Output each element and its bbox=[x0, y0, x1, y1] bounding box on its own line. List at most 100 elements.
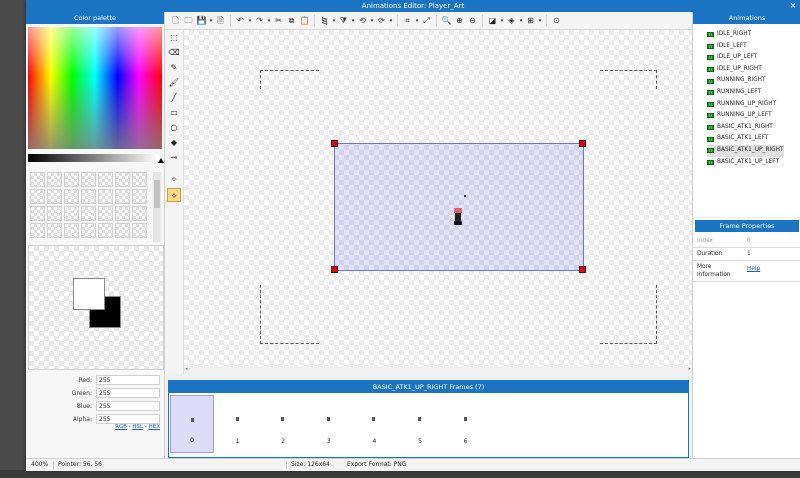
pivot-point[interactable] bbox=[464, 195, 466, 197]
animation-item[interactable]: IDLE_RIGHT bbox=[707, 29, 784, 41]
red-input[interactable]: 255 bbox=[96, 375, 160, 385]
animation-item[interactable]: RUNNING_UP_RIGHT bbox=[707, 99, 784, 111]
brightness-slider[interactable] bbox=[28, 154, 158, 162]
resize-icon[interactable]: ⤢ bbox=[420, 14, 433, 28]
animation-item[interactable]: IDLE_UP_LEFT bbox=[707, 52, 784, 64]
palette-swatch[interactable] bbox=[81, 223, 96, 238]
green-input[interactable]: 255 bbox=[96, 388, 160, 398]
palette-swatch[interactable] bbox=[115, 172, 130, 187]
palette-swatch[interactable] bbox=[30, 223, 45, 238]
alpha-input[interactable]: 255 bbox=[96, 414, 160, 424]
animation-item[interactable]: BASIC_ATK1_UP_RIGHT bbox=[707, 144, 784, 157]
palette-swatch[interactable] bbox=[47, 172, 62, 187]
onion-skin-icon[interactable]: ⊙ bbox=[550, 14, 563, 28]
zoom-fit-icon[interactable]: 🔍 bbox=[440, 14, 453, 28]
crop-icon[interactable]: ⌗ bbox=[401, 14, 414, 28]
palette-swatch[interactable] bbox=[132, 223, 147, 238]
flip-vertical-icon[interactable]: ⧩ bbox=[337, 14, 350, 28]
frame-thumbnail[interactable]: 1 bbox=[216, 395, 260, 453]
bone-icon[interactable]: ⟡ bbox=[167, 188, 181, 202]
brightness-slider-handle[interactable] bbox=[158, 158, 164, 163]
save-icon[interactable]: 💾 bbox=[195, 14, 208, 28]
zoom-in-icon[interactable]: ⊕ bbox=[453, 14, 466, 28]
undo-icon[interactable]: ↶ bbox=[234, 14, 247, 28]
background-icon[interactable]: ◪ bbox=[486, 14, 499, 28]
rotate-right-dropdown-icon[interactable]: ▾ bbox=[388, 14, 394, 28]
drawing-canvas[interactable] bbox=[184, 30, 692, 366]
swatches-scrollbar[interactable] bbox=[153, 172, 161, 242]
layers-icon[interactable]: ◈ bbox=[505, 14, 518, 28]
palette-swatch[interactable] bbox=[132, 172, 147, 187]
palette-swatch[interactable] bbox=[98, 206, 113, 221]
palette-swatch[interactable] bbox=[115, 223, 130, 238]
frame-thumbnail[interactable]: 4 bbox=[352, 395, 396, 453]
palette-swatch[interactable] bbox=[30, 206, 45, 221]
selection-handle-bottom-right[interactable] bbox=[579, 266, 586, 273]
save-as-icon[interactable]: 🗎 bbox=[214, 14, 227, 28]
palette-swatch[interactable] bbox=[98, 172, 113, 187]
flip-horizontal-icon[interactable]: ⧎ bbox=[318, 14, 331, 28]
palette-swatch[interactable] bbox=[47, 206, 62, 221]
canvas-horizontal-scrollbar[interactable]: ◂ ▸ bbox=[184, 366, 692, 374]
animation-item[interactable]: RUNNING_LEFT bbox=[707, 87, 784, 99]
animation-item[interactable]: RUNNING_UP_LEFT bbox=[707, 110, 784, 122]
pivot-icon[interactable]: ✧ bbox=[167, 173, 181, 187]
frame-thumbnail[interactable]: 2 bbox=[261, 395, 305, 453]
palette-swatch[interactable] bbox=[98, 189, 113, 204]
ellipse-icon[interactable]: ○ bbox=[167, 121, 181, 135]
duration-row[interactable]: Duration 1 bbox=[693, 248, 800, 261]
grid-icon[interactable]: ⊞ bbox=[524, 14, 537, 28]
palette-swatch[interactable] bbox=[81, 172, 96, 187]
palette-swatch[interactable] bbox=[64, 223, 79, 238]
redo-icon[interactable]: ↷ bbox=[253, 14, 266, 28]
selection-handle-top-left[interactable] bbox=[331, 140, 338, 147]
rotate-right-icon[interactable]: ⟳ bbox=[375, 14, 388, 28]
open-folder-icon[interactable]: 🗀 bbox=[182, 14, 195, 28]
grid-dropdown-icon[interactable]: ▾ bbox=[537, 14, 543, 28]
duration-value[interactable]: 1 bbox=[747, 248, 751, 260]
palette-swatch[interactable] bbox=[132, 189, 147, 204]
selection-rectangle[interactable] bbox=[334, 143, 584, 271]
animation-item[interactable]: BASIC_ATK1_UP_LEFT bbox=[707, 157, 784, 169]
palette-swatch[interactable] bbox=[81, 189, 96, 204]
hsl-mode-link[interactable]: HSL bbox=[132, 424, 143, 430]
palette-swatch[interactable] bbox=[115, 206, 130, 221]
copy-icon[interactable]: ⧉ bbox=[285, 14, 298, 28]
palette-swatch[interactable] bbox=[132, 206, 147, 221]
animation-item[interactable]: IDLE_UP_RIGHT bbox=[707, 64, 784, 76]
palette-swatch[interactable] bbox=[64, 172, 79, 187]
eyedropper-icon[interactable]: ⊸ bbox=[167, 151, 181, 165]
palette-swatch[interactable] bbox=[30, 189, 45, 204]
selection-icon[interactable]: ⬚ bbox=[167, 31, 181, 45]
frame-thumbnail[interactable]: 5 bbox=[398, 395, 442, 453]
rotate-left-icon[interactable]: ⟲ bbox=[356, 14, 369, 28]
frame-thumbnail[interactable]: 3 bbox=[307, 395, 351, 453]
palette-swatch[interactable] bbox=[64, 189, 79, 204]
rgb-mode-link[interactable]: RGB bbox=[115, 424, 127, 430]
palette-swatch[interactable] bbox=[47, 223, 62, 238]
line-icon[interactable]: ╱ bbox=[167, 91, 181, 105]
palette-swatch[interactable] bbox=[98, 223, 113, 238]
zoom-out-icon[interactable]: ⊖ bbox=[466, 14, 479, 28]
paste-icon[interactable]: 📋 bbox=[298, 14, 311, 28]
foreground-color-swatch[interactable] bbox=[73, 278, 105, 310]
color-spectrum[interactable] bbox=[28, 27, 162, 149]
animation-item[interactable]: BASIC_ATK1_LEFT bbox=[707, 133, 784, 145]
swatches-scroll-thumb[interactable] bbox=[154, 180, 160, 208]
palette-swatch[interactable] bbox=[115, 189, 130, 204]
palette-swatch[interactable] bbox=[81, 206, 96, 221]
animation-item[interactable]: IDLE_LEFT bbox=[707, 41, 784, 53]
animation-item[interactable]: RUNNING_RIGHT bbox=[707, 75, 784, 87]
selection-handle-top-right[interactable] bbox=[579, 140, 586, 147]
rectangle-icon[interactable]: ▭ bbox=[167, 106, 181, 120]
pencil-icon[interactable]: ✎ bbox=[167, 61, 181, 75]
palette-swatch[interactable] bbox=[47, 189, 62, 204]
eraser-icon[interactable]: ⌫ bbox=[167, 46, 181, 60]
palette-swatch[interactable] bbox=[64, 206, 79, 221]
fill-bucket-icon[interactable]: ◆ bbox=[167, 136, 181, 150]
hex-mode-link[interactable]: HEX bbox=[149, 424, 160, 430]
animation-item[interactable]: BASIC_ATK1_RIGHT bbox=[707, 122, 784, 134]
brush-icon[interactable]: 🖌 bbox=[167, 76, 181, 90]
frame-thumbnail[interactable]: 6 bbox=[444, 395, 488, 453]
frame-thumbnail[interactable]: 0 bbox=[170, 395, 214, 453]
